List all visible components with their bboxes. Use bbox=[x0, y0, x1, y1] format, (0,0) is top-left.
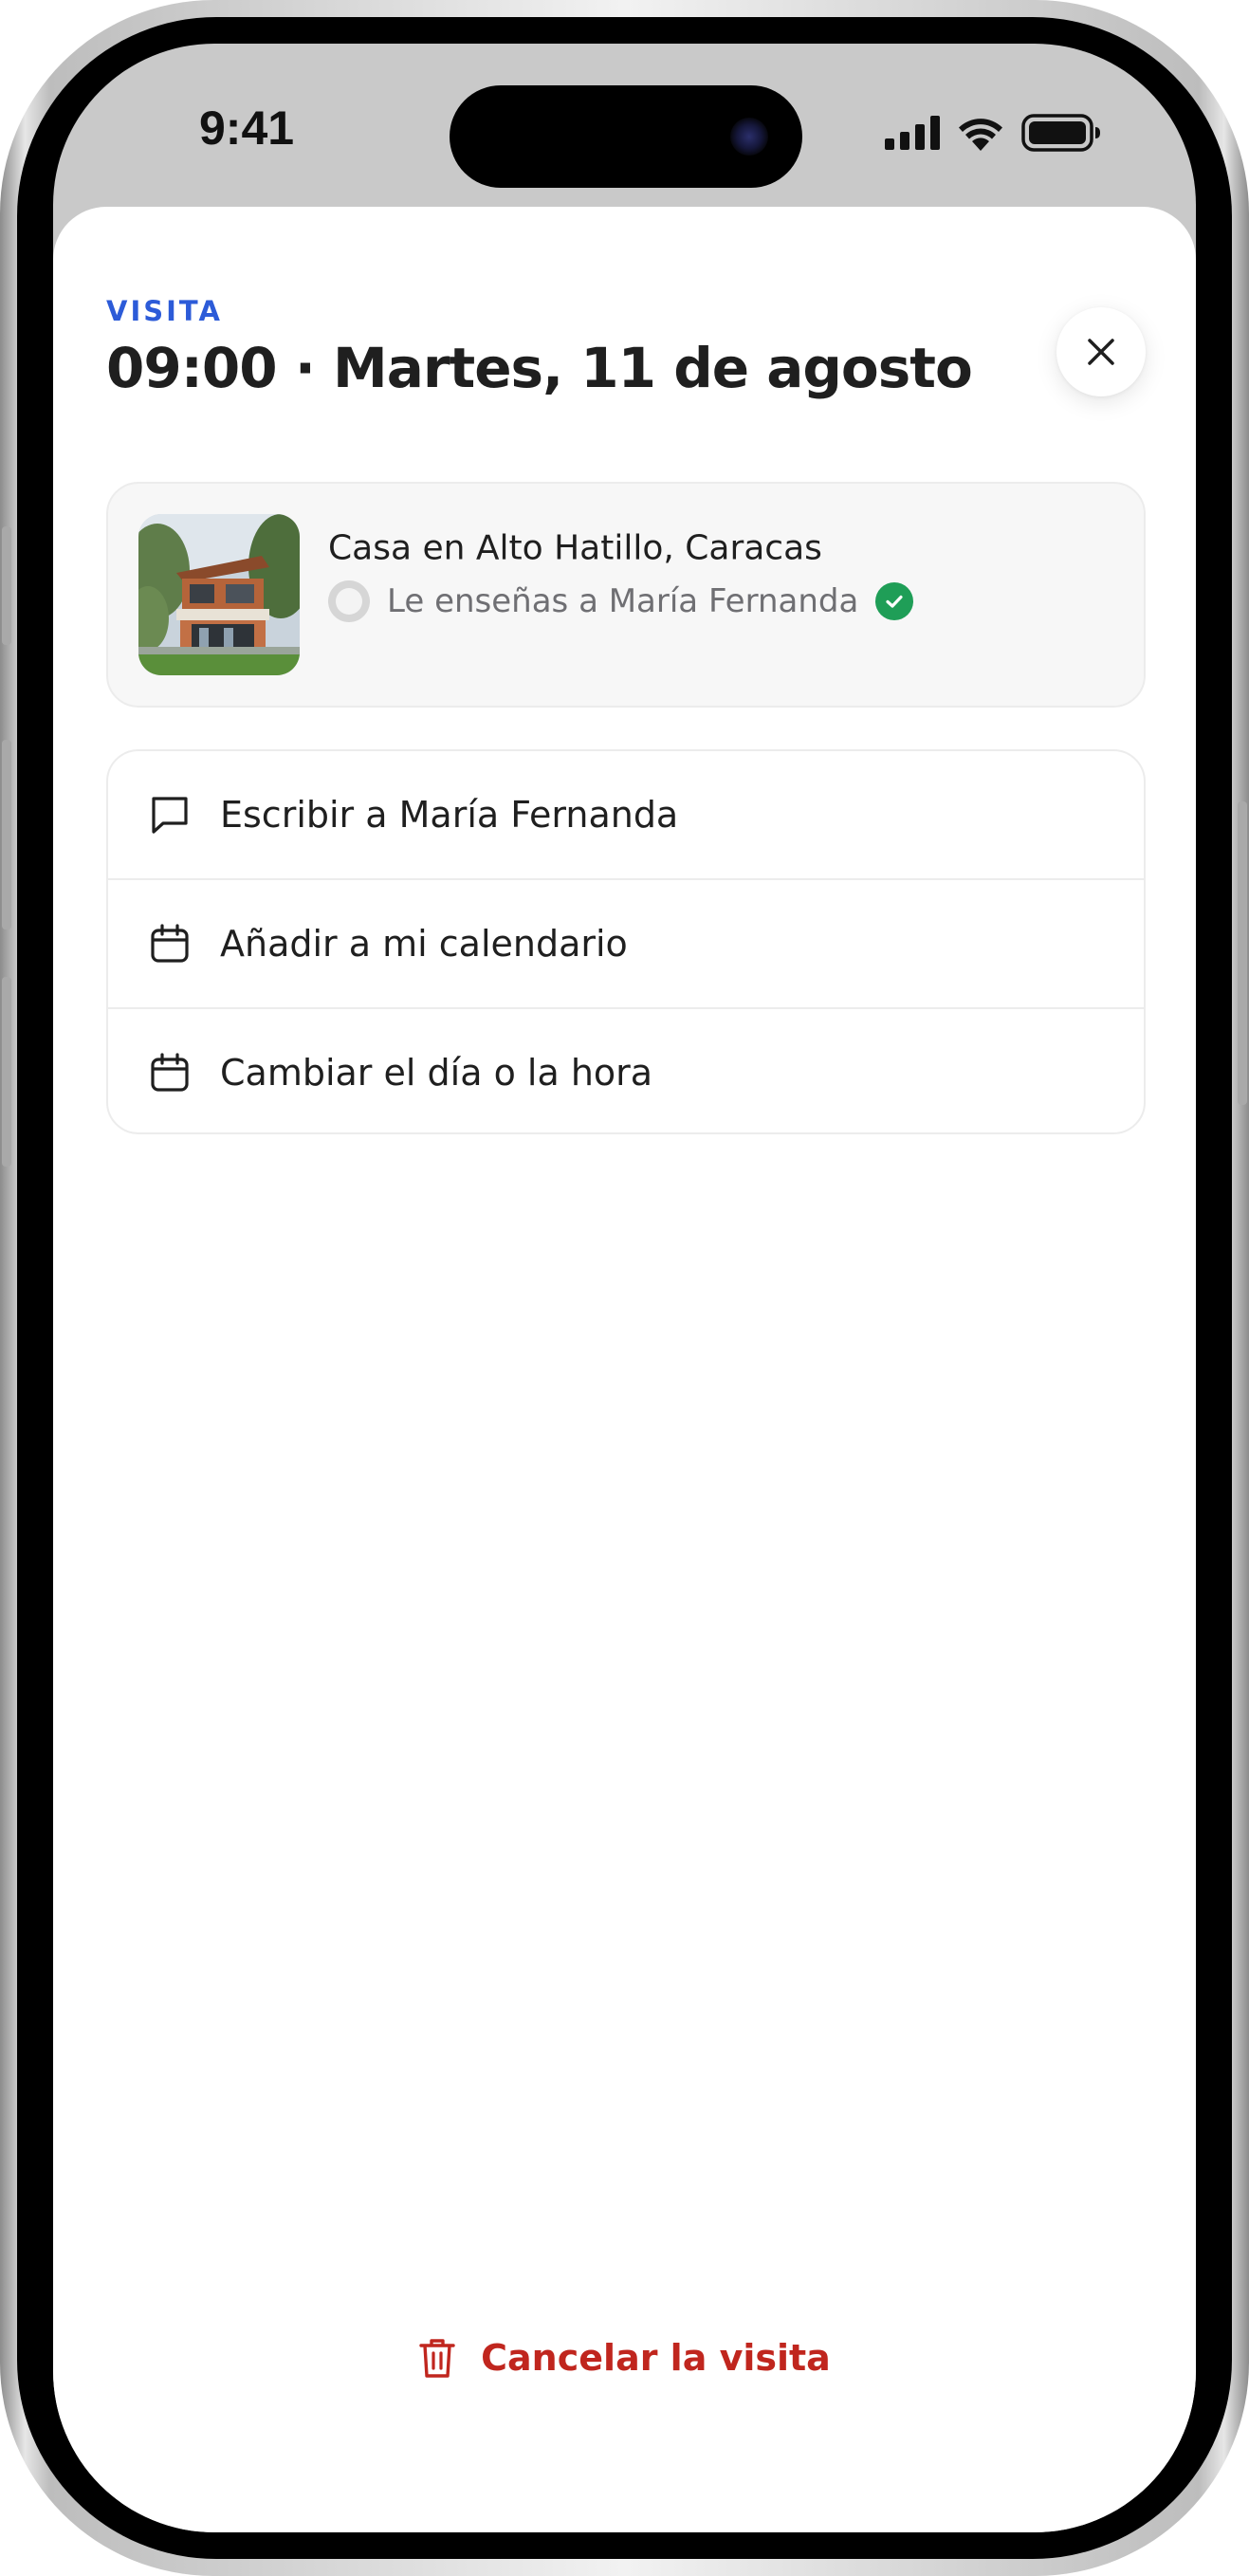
page-title: 09:00 · Martes, 11 de agosto bbox=[106, 336, 973, 400]
volume-up-button bbox=[2, 740, 11, 929]
chat-bubble-icon bbox=[148, 793, 192, 837]
dynamic-island bbox=[450, 85, 802, 188]
phone-frame: 9:41 VISITA 09:00 · Martes, 11 de agosto… bbox=[0, 0, 1249, 2576]
trash-icon bbox=[419, 2339, 455, 2378]
listing-title: Casa en Alto Hatillo, Caracas bbox=[328, 528, 822, 568]
host-row: Le enseñas a María Fernanda bbox=[328, 580, 914, 622]
actions-list: Escribir a María Fernanda Añadir a mi ca… bbox=[106, 749, 1146, 1134]
calendar-icon bbox=[148, 922, 192, 966]
action-label: Escribir a María Fernanda bbox=[220, 794, 679, 836]
status-icons bbox=[885, 114, 1101, 152]
cancel-visit-button[interactable]: Cancelar la visita bbox=[53, 2329, 1196, 2386]
volume-down-button bbox=[2, 977, 11, 1167]
sheet-eyebrow: VISITA bbox=[106, 295, 223, 327]
action-label: Añadir a mi calendario bbox=[220, 923, 628, 965]
add-to-calendar-button[interactable]: Añadir a mi calendario bbox=[108, 880, 1144, 1007]
status-time: 9:41 bbox=[199, 101, 295, 155]
reschedule-button[interactable]: Cambiar el día o la hora bbox=[108, 1009, 1144, 1132]
close-icon bbox=[1088, 339, 1114, 365]
signal-icon bbox=[885, 116, 940, 150]
action-label: Cambiar el día o la hora bbox=[220, 1052, 653, 1094]
cancel-label: Cancelar la visita bbox=[481, 2337, 831, 2379]
message-host-button[interactable]: Escribir a María Fernanda bbox=[108, 751, 1144, 878]
listing-photo bbox=[138, 514, 300, 675]
avatar bbox=[328, 580, 370, 622]
host-text: Le enseñas a María Fernanda bbox=[387, 582, 859, 620]
visit-sheet: VISITA 09:00 · Martes, 11 de agosto Casa… bbox=[53, 207, 1196, 2532]
action-button bbox=[2, 526, 11, 645]
battery-icon bbox=[1021, 114, 1100, 152]
close-button[interactable] bbox=[1056, 307, 1146, 396]
screen: 9:41 VISITA 09:00 · Martes, 11 de agosto… bbox=[53, 44, 1196, 2532]
listing-card[interactable]: Casa en Alto Hatillo, Caracas Le enseñas… bbox=[106, 482, 1146, 708]
front-camera bbox=[730, 118, 768, 156]
wifi-icon bbox=[959, 119, 1002, 151]
check-circle-icon bbox=[875, 582, 914, 620]
power-button bbox=[1238, 801, 1247, 1105]
calendar-icon bbox=[148, 1051, 192, 1095]
